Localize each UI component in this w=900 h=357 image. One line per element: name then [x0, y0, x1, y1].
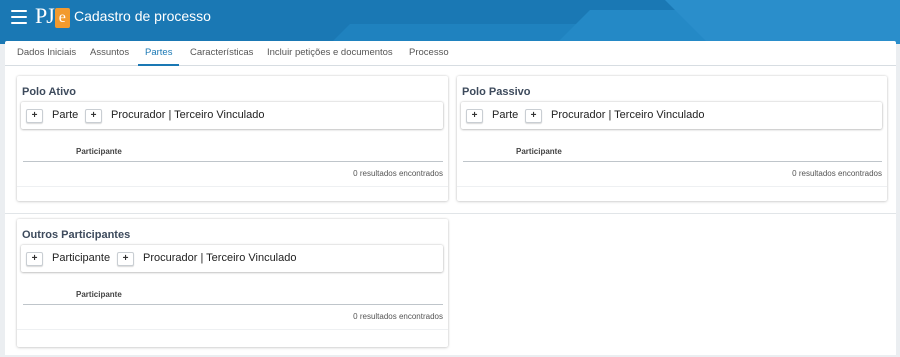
tab-partes[interactable]: Partes	[138, 41, 180, 66]
logo-e: e	[54, 8, 70, 28]
tab-caracteristicas[interactable]: Características	[190, 41, 253, 66]
tab-dados-iniciais[interactable]: Dados Iniciais	[17, 41, 76, 66]
tab-processo[interactable]: Processo	[409, 41, 449, 66]
add-parte-button[interactable]: +	[466, 109, 483, 123]
logo-text: PJ	[35, 3, 55, 28]
column-divider	[463, 161, 882, 162]
main-content: Polo Ativo + Parte + Procurador | Tercei…	[5, 66, 896, 355]
app-header: PJ e Cadastro de processo	[0, 0, 900, 44]
add-participante-label[interactable]: Participante	[52, 251, 110, 265]
results-count: 0 resultados encontrados	[353, 312, 443, 321]
tab-assuntos[interactable]: Assuntos	[90, 41, 129, 66]
column-divider	[23, 161, 443, 162]
outros-participantes-toolbar: + Participante + Procurador | Terceiro V…	[21, 245, 443, 272]
panel-title: Polo Passivo	[462, 86, 531, 98]
results-count: 0 resultados encontrados	[353, 169, 443, 178]
results-count: 0 resultados encontrados	[792, 169, 882, 178]
polo-passivo-panel: Polo Passivo + Parte + Procurador | Terc…	[457, 76, 887, 201]
panel-title: Polo Ativo	[22, 86, 76, 98]
section-divider	[5, 213, 896, 214]
polo-ativo-toolbar: + Parte + Procurador | Terceiro Vinculad…	[21, 102, 443, 129]
add-participante-button[interactable]: +	[26, 252, 43, 266]
panel-title: Outros Participantes	[22, 229, 131, 241]
add-procurador-label[interactable]: Procurador | Terceiro Vinculado	[551, 108, 704, 122]
add-procurador-button[interactable]: +	[85, 109, 102, 123]
add-parte-label[interactable]: Parte	[492, 108, 518, 122]
page-title: Cadastro de processo	[74, 8, 211, 24]
pje-logo[interactable]: PJ e	[35, 4, 70, 28]
add-procurador-button[interactable]: +	[117, 252, 134, 266]
tab-bar: Dados Iniciais Assuntos Partes Caracterí…	[5, 41, 896, 66]
add-procurador-button[interactable]: +	[525, 109, 542, 123]
add-parte-button[interactable]: +	[26, 109, 43, 123]
polo-ativo-panel: Polo Ativo + Parte + Procurador | Tercei…	[17, 76, 448, 201]
add-procurador-label[interactable]: Procurador | Terceiro Vinculado	[143, 251, 296, 265]
add-parte-label[interactable]: Parte	[52, 108, 78, 122]
outros-participantes-panel: Outros Participantes + Participante + Pr…	[17, 219, 448, 347]
column-divider	[23, 304, 443, 305]
table-footer-divider	[17, 329, 448, 330]
column-header-participante[interactable]: Participante	[516, 147, 562, 156]
column-header-participante[interactable]: Participante	[76, 290, 122, 299]
hamburger-menu-icon[interactable]	[11, 10, 27, 24]
table-footer-divider	[457, 186, 887, 187]
add-procurador-label[interactable]: Procurador | Terceiro Vinculado	[111, 108, 264, 122]
polo-passivo-toolbar: + Parte + Procurador | Terceiro Vinculad…	[461, 102, 882, 129]
table-footer-divider	[17, 186, 448, 187]
column-header-participante[interactable]: Participante	[76, 147, 122, 156]
tab-incluir-peticoes[interactable]: Incluir petições e documentos	[267, 41, 393, 66]
